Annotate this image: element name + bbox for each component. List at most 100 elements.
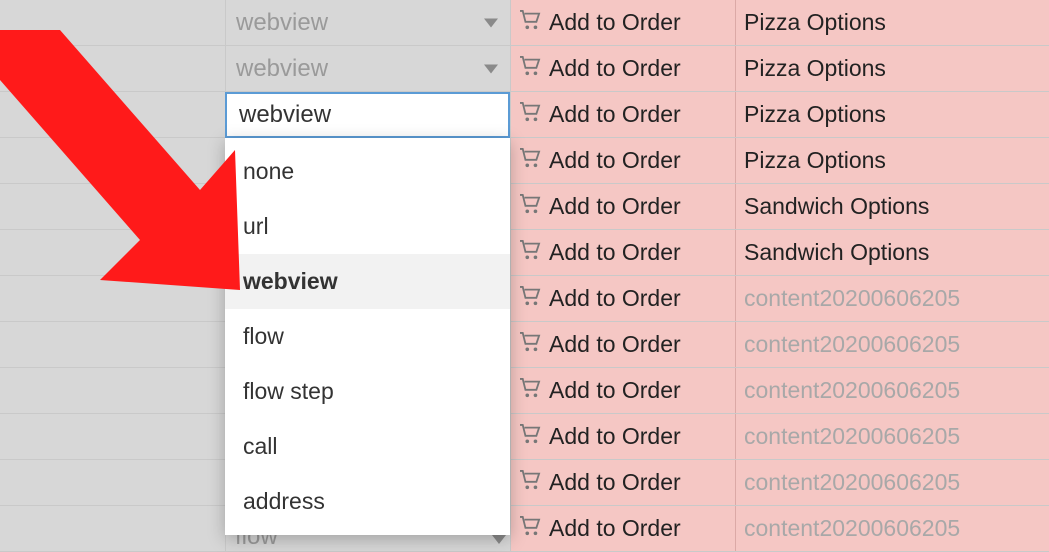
order-cell[interactable]: Add to Order <box>511 230 736 275</box>
option-cell-label: Pizza Options <box>744 9 886 36</box>
table-row: Add to Order content20200606205 <box>0 276 1049 322</box>
order-cell-label: Add to Order <box>549 469 681 496</box>
option-cell[interactable]: Sandwich Options <box>736 230 1049 275</box>
order-cell-label: Add to Order <box>549 55 681 82</box>
gutter-cell <box>0 506 226 551</box>
option-cell-label: content20200606205 <box>744 423 960 450</box>
table-row: Add to Order Pizza Options <box>0 138 1049 184</box>
option-cell-label: Sandwich Options <box>744 193 929 220</box>
table-row: Add to Order Sandwich Options <box>0 230 1049 276</box>
order-cell-label: Add to Order <box>549 377 681 404</box>
option-cell[interactable]: content20200606205 <box>736 414 1049 459</box>
order-cell-label: Add to Order <box>549 193 681 220</box>
dropdown-option[interactable]: flow step <box>225 364 510 419</box>
order-cell[interactable]: Add to Order <box>511 0 736 45</box>
option-cell[interactable]: Pizza Options <box>736 92 1049 137</box>
cart-icon <box>519 515 541 542</box>
order-cell[interactable]: Add to Order <box>511 92 736 137</box>
table-row: Add to Order content20200606205 <box>0 414 1049 460</box>
option-cell[interactable]: content20200606205 <box>736 460 1049 505</box>
order-cell[interactable]: Add to Order <box>511 276 736 321</box>
cart-icon <box>519 55 541 82</box>
order-cell[interactable]: Add to Order <box>511 460 736 505</box>
type-select-cell[interactable]: webview <box>226 46 511 91</box>
table-row: Add to Order content20200606205 <box>0 368 1049 414</box>
option-cell[interactable]: Pizza Options <box>736 138 1049 183</box>
gutter-cell <box>0 230 226 275</box>
option-cell[interactable]: content20200606205 <box>736 322 1049 367</box>
gutter-cell <box>0 0 226 45</box>
spreadsheet: webviewAdd to OrderPizza OptionswebviewA… <box>0 0 1049 552</box>
dropdown-option[interactable]: address <box>225 474 510 529</box>
option-cell[interactable]: Sandwich Options <box>736 184 1049 229</box>
cart-icon <box>519 239 541 266</box>
order-cell[interactable]: Add to Order <box>511 414 736 459</box>
cart-icon <box>519 331 541 358</box>
dropdown-triangle-icon[interactable] <box>484 18 498 27</box>
option-cell[interactable]: content20200606205 <box>736 368 1049 413</box>
order-cell[interactable]: Add to Order <box>511 322 736 367</box>
option-cell[interactable]: Pizza Options <box>736 0 1049 45</box>
gutter-cell <box>0 92 226 137</box>
gutter-cell <box>0 184 226 229</box>
type-select-input[interactable] <box>237 100 498 130</box>
option-cell[interactable]: content20200606205 <box>736 506 1049 551</box>
order-cell[interactable]: Add to Order <box>511 46 736 91</box>
dropdown-option[interactable]: flow <box>225 309 510 364</box>
type-select-cell[interactable]: webview <box>226 0 511 45</box>
order-cell-label: Add to Order <box>549 101 681 128</box>
cart-icon <box>519 9 541 36</box>
gutter-cell <box>0 460 226 505</box>
type-select-label: webview <box>236 55 328 83</box>
option-cell-label: content20200606205 <box>744 331 960 358</box>
order-cell-label: Add to Order <box>549 147 681 174</box>
order-cell-label: Add to Order <box>549 515 681 542</box>
order-cell-label: Add to Order <box>549 423 681 450</box>
gutter-cell <box>0 414 226 459</box>
cart-icon <box>519 377 541 404</box>
order-cell-label: Add to Order <box>549 9 681 36</box>
cart-icon <box>519 101 541 128</box>
gutter-cell <box>0 138 226 183</box>
option-cell-label: content20200606205 <box>744 515 960 542</box>
table-row: Add to Order content20200606205 <box>0 322 1049 368</box>
gutter-cell <box>0 322 226 367</box>
type-select-dropdown[interactable]: noneurlwebviewflowflow stepcalladdress <box>225 138 510 535</box>
gutter-cell <box>0 368 226 413</box>
cart-icon <box>519 285 541 312</box>
dropdown-option[interactable]: url <box>225 199 510 254</box>
order-cell[interactable]: Add to Order <box>511 184 736 229</box>
cart-icon <box>519 193 541 220</box>
table-row: webview Add to Order Pizza Options <box>0 0 1049 46</box>
option-cell-label: Pizza Options <box>744 101 886 128</box>
cart-icon <box>519 147 541 174</box>
type-select-label: webview <box>236 9 328 37</box>
order-cell[interactable]: Add to Order <box>511 506 736 551</box>
table-row: Add to Order content20200606205 <box>0 460 1049 506</box>
option-cell-label: Pizza Options <box>744 147 886 174</box>
option-cell-label: content20200606205 <box>744 469 960 496</box>
type-select-input-cell[interactable] <box>225 92 510 138</box>
dropdown-option[interactable]: webview <box>225 254 510 309</box>
dropdown-option[interactable]: call <box>225 419 510 474</box>
option-cell[interactable]: content20200606205 <box>736 276 1049 321</box>
dropdown-triangle-icon[interactable] <box>484 64 498 73</box>
dropdown-option[interactable]: none <box>225 144 510 199</box>
cart-icon <box>519 423 541 450</box>
order-cell[interactable]: Add to Order <box>511 368 736 413</box>
table-row: Add to Order content20200606205 <box>0 506 1049 552</box>
option-cell-label: Sandwich Options <box>744 239 929 266</box>
gutter-cell <box>0 276 226 321</box>
option-cell-label: content20200606205 <box>744 285 960 312</box>
option-cell[interactable]: Pizza Options <box>736 46 1049 91</box>
order-cell-label: Add to Order <box>549 331 681 358</box>
option-cell-label: content20200606205 <box>744 377 960 404</box>
table-row: Add to Order Sandwich Options <box>0 184 1049 230</box>
gutter-cell <box>0 46 226 91</box>
order-cell[interactable]: Add to Order <box>511 138 736 183</box>
option-cell-label: Pizza Options <box>744 55 886 82</box>
order-cell-label: Add to Order <box>549 239 681 266</box>
table-row: webview Add to Order Pizza Options <box>0 46 1049 92</box>
table-row: Add to Order Pizza Options <box>0 92 1049 138</box>
cart-icon <box>519 469 541 496</box>
